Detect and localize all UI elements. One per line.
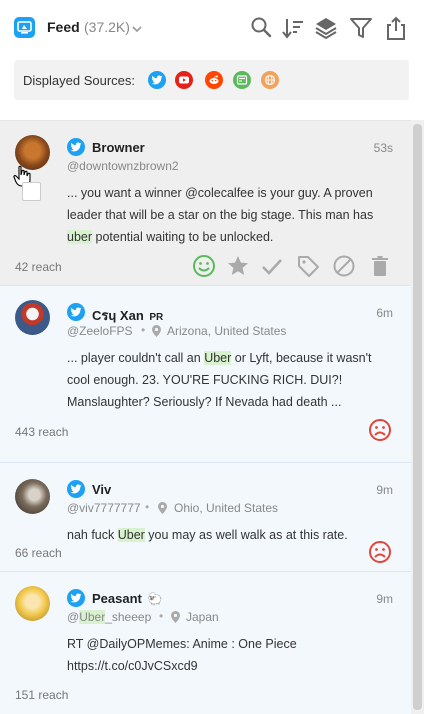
author-name[interactable]: Viv — [92, 482, 111, 497]
feed-card[interactable]: Browner 53s @downtownzbrown2 ... you wan… — [0, 121, 411, 286]
author-location: Ohio, United States — [174, 501, 279, 515]
separator-dot: • — [141, 323, 146, 337]
feed-card[interactable]: Peasant 🐑 9m @Uber_sheeep • Japan RT @Da… — [0, 572, 411, 714]
twitter-icon — [67, 138, 85, 156]
block-icon[interactable] — [332, 254, 356, 283]
smile-icon[interactable] — [192, 254, 216, 283]
twitter-source-icon[interactable] — [148, 71, 166, 89]
reach-count: 443 reach — [15, 425, 69, 439]
layers-icon[interactable] — [313, 15, 339, 41]
author-name[interactable]: Cรɥ Xan PR — [92, 305, 163, 326]
post-text: RT @DailyOPMemes: Anime : One Piece http… — [67, 637, 297, 673]
sad-face-icon[interactable] — [368, 540, 392, 569]
author-handle[interactable]: @downtownzbrown2 — [67, 159, 179, 173]
post-time: 9m — [376, 592, 393, 606]
location-pin-icon — [158, 501, 167, 519]
reach-count: 42 reach — [15, 260, 62, 274]
author-flair: PR — [149, 312, 164, 323]
avatar[interactable] — [15, 300, 50, 335]
check-icon[interactable] — [260, 254, 284, 283]
author-handle[interactable]: @Uber_sheeep — [67, 610, 151, 624]
reddit-source-icon[interactable] — [205, 71, 223, 89]
author-handle[interactable]: @viv7777777 — [67, 501, 141, 515]
sources-label: Displayed Sources: — [23, 73, 135, 88]
post-time: 9m — [376, 483, 393, 497]
keyword-highlight: Uber — [79, 610, 106, 624]
share-icon[interactable] — [383, 15, 409, 41]
web-source-icon[interactable] — [261, 71, 279, 89]
location-pin-icon — [152, 324, 161, 342]
twitter-icon — [67, 480, 85, 498]
feed-list[interactable]: Browner 53s @downtownzbrown2 ... you wan… — [0, 120, 411, 714]
app-logo-icon[interactable] — [14, 17, 35, 38]
post-text: ... you want a winner @colecalfee is you… — [67, 186, 374, 244]
sad-face-icon[interactable] — [368, 418, 392, 447]
feed-card[interactable]: Viv 9m @viv7777777 • Ohio, United States… — [0, 463, 411, 572]
sort-icon[interactable] — [281, 15, 307, 41]
avatar[interactable] — [15, 479, 50, 514]
scrollbar-thumb[interactable] — [413, 124, 422, 710]
reach-count: 66 reach — [15, 546, 62, 560]
star-icon[interactable] — [226, 254, 250, 283]
reach-count: 151 reach — [15, 688, 69, 702]
author-handle[interactable]: @ZeeloFPS — [67, 324, 133, 338]
post-time: 53s — [373, 141, 393, 155]
filter-icon[interactable] — [348, 15, 374, 41]
separator-dot: • — [145, 500, 150, 514]
select-checkbox[interactable] — [22, 182, 41, 201]
feed-title[interactable]: Feed — [47, 19, 80, 35]
keyword-highlight: uber — [67, 230, 93, 244]
twitter-icon — [67, 589, 85, 607]
author-location: Arizona, United States — [167, 324, 287, 338]
news-source-icon[interactable] — [233, 71, 251, 89]
author-name[interactable]: Browner — [92, 140, 145, 155]
top-bar: Feed (37.2K) — [0, 0, 424, 56]
separator-dot: • — [159, 609, 164, 623]
chevron-down-icon[interactable] — [131, 21, 143, 39]
author-location: Japan — [186, 610, 219, 624]
author-name[interactable]: Peasant 🐑 — [92, 591, 162, 606]
feed-count: (37.2K) — [84, 19, 130, 35]
location-pin-icon — [171, 610, 180, 628]
displayed-sources-bar: Displayed Sources: — [14, 60, 409, 100]
keyword-highlight: Uber — [204, 351, 232, 365]
feed-card[interactable]: Cรɥ Xan PR 6m @ZeeloFPS • Arizona, Unite… — [0, 286, 411, 463]
tag-icon[interactable] — [296, 254, 320, 283]
scrollbar[interactable] — [411, 120, 424, 714]
post-text: ... player couldn't call an Uber or Lyft… — [67, 351, 372, 409]
post-time: 6m — [376, 306, 393, 320]
avatar[interactable] — [15, 586, 50, 621]
post-text: nah fuck Uber you may as well walk as at… — [67, 528, 348, 542]
keyword-highlight: Uber — [117, 528, 145, 542]
search-icon[interactable] — [249, 15, 275, 41]
twitter-icon — [67, 303, 85, 321]
trash-icon[interactable] — [368, 254, 392, 283]
author-flair: 🐑 — [147, 592, 163, 606]
youtube-source-icon[interactable] — [175, 71, 193, 89]
